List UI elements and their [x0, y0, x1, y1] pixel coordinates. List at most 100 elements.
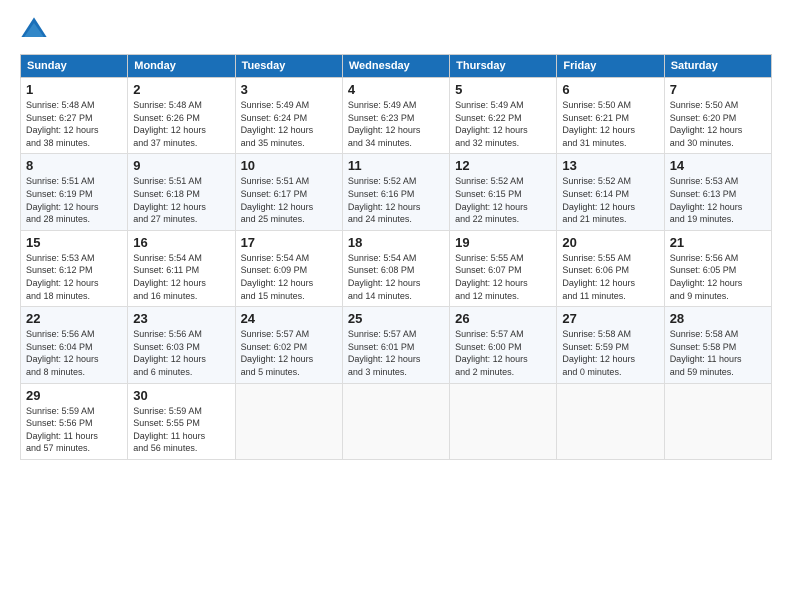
day-info: Sunrise: 5:56 AM Sunset: 6:04 PM Dayligh…: [26, 328, 122, 378]
day-info: Sunrise: 5:52 AM Sunset: 6:16 PM Dayligh…: [348, 175, 444, 225]
day-info: Sunrise: 5:48 AM Sunset: 6:27 PM Dayligh…: [26, 99, 122, 149]
calendar-cell: 10 Sunrise: 5:51 AM Sunset: 6:17 PM Dayli…: [235, 154, 342, 230]
day-info: Sunrise: 5:51 AM Sunset: 6:18 PM Dayligh…: [133, 175, 229, 225]
day-info: Sunrise: 5:51 AM Sunset: 6:19 PM Dayligh…: [26, 175, 122, 225]
calendar-cell: 23 Sunrise: 5:56 AM Sunset: 6:03 PM Dayli…: [128, 307, 235, 383]
day-number: 21: [670, 235, 766, 250]
day-number: 27: [562, 311, 658, 326]
day-number: 14: [670, 158, 766, 173]
calendar-cell: 27Sunrise: 5:58 AM Sunset: 5:59 PM Dayli…: [557, 307, 664, 383]
day-number: 12: [455, 158, 551, 173]
day-info: Sunrise: 5:55 AM Sunset: 6:07 PM Dayligh…: [455, 252, 551, 302]
day-info: Sunrise: 5:59 AM Sunset: 5:55 PM Dayligh…: [133, 405, 229, 455]
calendar-cell: 22Sunrise: 5:56 AM Sunset: 6:04 PM Dayli…: [21, 307, 128, 383]
calendar-cell: 3 Sunrise: 5:49 AM Sunset: 6:24 PM Daylig…: [235, 78, 342, 154]
weekday-header-cell: Wednesday: [342, 55, 449, 78]
calendar-cell: [450, 383, 557, 459]
calendar-cell: 24 Sunrise: 5:57 AM Sunset: 6:02 PM Dayli…: [235, 307, 342, 383]
calendar-cell: 18 Sunrise: 5:54 AM Sunset: 6:08 PM Dayli…: [342, 230, 449, 306]
day-info: Sunrise: 5:49 AM Sunset: 6:24 PM Dayligh…: [241, 99, 337, 149]
calendar-cell: 25Sunrise: 5:57 AM Sunset: 6:01 PM Dayli…: [342, 307, 449, 383]
calendar-cell: 8 Sunrise: 5:51 AM Sunset: 6:19 PM Daylig…: [21, 154, 128, 230]
calendar-cell: 29 Sunrise: 5:59 AM Sunset: 5:56 PM Dayli…: [21, 383, 128, 459]
calendar-cell: 19 Sunrise: 5:55 AM Sunset: 6:07 PM Dayli…: [450, 230, 557, 306]
calendar-cell: 1 Sunrise: 5:48 AM Sunset: 6:27 PM Daylig…: [21, 78, 128, 154]
day-number: 1: [26, 82, 122, 97]
calendar-cell: 26Sunrise: 5:57 AM Sunset: 6:00 PM Dayli…: [450, 307, 557, 383]
day-info: Sunrise: 5:57 AM Sunset: 6:01 PM Dayligh…: [348, 328, 444, 378]
header: [20, 16, 772, 44]
calendar-cell: [664, 383, 771, 459]
day-number: 15: [26, 235, 122, 250]
calendar: SundayMondayTuesdayWednesdayThursdayFrid…: [20, 54, 772, 460]
calendar-cell: 20 Sunrise: 5:55 AM Sunset: 6:06 PM Dayli…: [557, 230, 664, 306]
calendar-week-row: 1 Sunrise: 5:48 AM Sunset: 6:27 PM Daylig…: [21, 78, 772, 154]
day-info: Sunrise: 5:57 AM Sunset: 6:02 PM Dayligh…: [241, 328, 337, 378]
day-number: 2: [133, 82, 229, 97]
calendar-cell: 21 Sunrise: 5:56 AM Sunset: 6:05 PM Dayli…: [664, 230, 771, 306]
day-number: 7: [670, 82, 766, 97]
calendar-cell: 12Sunrise: 5:52 AM Sunset: 6:15 PM Dayli…: [450, 154, 557, 230]
day-info: Sunrise: 5:53 AM Sunset: 6:13 PM Dayligh…: [670, 175, 766, 225]
day-info: Sunrise: 5:51 AM Sunset: 6:17 PM Dayligh…: [241, 175, 337, 225]
day-info: Sunrise: 5:56 AM Sunset: 6:05 PM Dayligh…: [670, 252, 766, 302]
calendar-cell: 17 Sunrise: 5:54 AM Sunset: 6:09 PM Dayli…: [235, 230, 342, 306]
weekday-header-cell: Saturday: [664, 55, 771, 78]
day-info: Sunrise: 5:59 AM Sunset: 5:56 PM Dayligh…: [26, 405, 122, 455]
day-info: Sunrise: 5:56 AM Sunset: 6:03 PM Dayligh…: [133, 328, 229, 378]
day-info: Sunrise: 5:54 AM Sunset: 6:11 PM Dayligh…: [133, 252, 229, 302]
weekday-header-cell: Sunday: [21, 55, 128, 78]
day-number: 17: [241, 235, 337, 250]
day-number: 28: [670, 311, 766, 326]
calendar-cell: 30 Sunrise: 5:59 AM Sunset: 5:55 PM Dayli…: [128, 383, 235, 459]
logo: [20, 16, 52, 44]
calendar-cell: [342, 383, 449, 459]
day-number: 16: [133, 235, 229, 250]
day-number: 8: [26, 158, 122, 173]
weekday-header-cell: Thursday: [450, 55, 557, 78]
day-number: 23: [133, 311, 229, 326]
day-info: Sunrise: 5:54 AM Sunset: 6:08 PM Dayligh…: [348, 252, 444, 302]
calendar-week-row: 22Sunrise: 5:56 AM Sunset: 6:04 PM Dayli…: [21, 307, 772, 383]
day-number: 3: [241, 82, 337, 97]
day-info: Sunrise: 5:49 AM Sunset: 6:22 PM Dayligh…: [455, 99, 551, 149]
calendar-cell: 9Sunrise: 5:51 AM Sunset: 6:18 PM Daylig…: [128, 154, 235, 230]
logo-icon: [20, 16, 48, 44]
page: SundayMondayTuesdayWednesdayThursdayFrid…: [0, 0, 792, 612]
day-number: 13: [562, 158, 658, 173]
day-number: 29: [26, 388, 122, 403]
calendar-body: 1 Sunrise: 5:48 AM Sunset: 6:27 PM Daylig…: [21, 78, 772, 460]
day-info: Sunrise: 5:55 AM Sunset: 6:06 PM Dayligh…: [562, 252, 658, 302]
day-number: 10: [241, 158, 337, 173]
day-number: 5: [455, 82, 551, 97]
weekday-header-cell: Tuesday: [235, 55, 342, 78]
calendar-cell: 11Sunrise: 5:52 AM Sunset: 6:16 PM Dayli…: [342, 154, 449, 230]
calendar-cell: 28 Sunrise: 5:58 AM Sunset: 5:58 PM Dayli…: [664, 307, 771, 383]
day-number: 24: [241, 311, 337, 326]
calendar-cell: 14 Sunrise: 5:53 AM Sunset: 6:13 PM Dayli…: [664, 154, 771, 230]
day-info: Sunrise: 5:58 AM Sunset: 5:58 PM Dayligh…: [670, 328, 766, 378]
calendar-cell: 15 Sunrise: 5:53 AM Sunset: 6:12 PM Dayli…: [21, 230, 128, 306]
calendar-cell: 7 Sunrise: 5:50 AM Sunset: 6:20 PM Daylig…: [664, 78, 771, 154]
day-info: Sunrise: 5:52 AM Sunset: 6:14 PM Dayligh…: [562, 175, 658, 225]
calendar-cell: 16 Sunrise: 5:54 AM Sunset: 6:11 PM Dayli…: [128, 230, 235, 306]
calendar-week-row: 8 Sunrise: 5:51 AM Sunset: 6:19 PM Daylig…: [21, 154, 772, 230]
calendar-cell: [557, 383, 664, 459]
weekday-header-cell: Friday: [557, 55, 664, 78]
day-number: 19: [455, 235, 551, 250]
calendar-cell: 6 Sunrise: 5:50 AM Sunset: 6:21 PM Daylig…: [557, 78, 664, 154]
day-info: Sunrise: 5:49 AM Sunset: 6:23 PM Dayligh…: [348, 99, 444, 149]
day-info: Sunrise: 5:50 AM Sunset: 6:20 PM Dayligh…: [670, 99, 766, 149]
calendar-cell: 13 Sunrise: 5:52 AM Sunset: 6:14 PM Dayli…: [557, 154, 664, 230]
day-number: 4: [348, 82, 444, 97]
day-info: Sunrise: 5:53 AM Sunset: 6:12 PM Dayligh…: [26, 252, 122, 302]
day-number: 6: [562, 82, 658, 97]
day-info: Sunrise: 5:54 AM Sunset: 6:09 PM Dayligh…: [241, 252, 337, 302]
calendar-cell: 2Sunrise: 5:48 AM Sunset: 6:26 PM Daylig…: [128, 78, 235, 154]
day-number: 30: [133, 388, 229, 403]
calendar-cell: 4 Sunrise: 5:49 AM Sunset: 6:23 PM Daylig…: [342, 78, 449, 154]
day-number: 18: [348, 235, 444, 250]
day-info: Sunrise: 5:50 AM Sunset: 6:21 PM Dayligh…: [562, 99, 658, 149]
weekday-header-cell: Monday: [128, 55, 235, 78]
day-number: 20: [562, 235, 658, 250]
